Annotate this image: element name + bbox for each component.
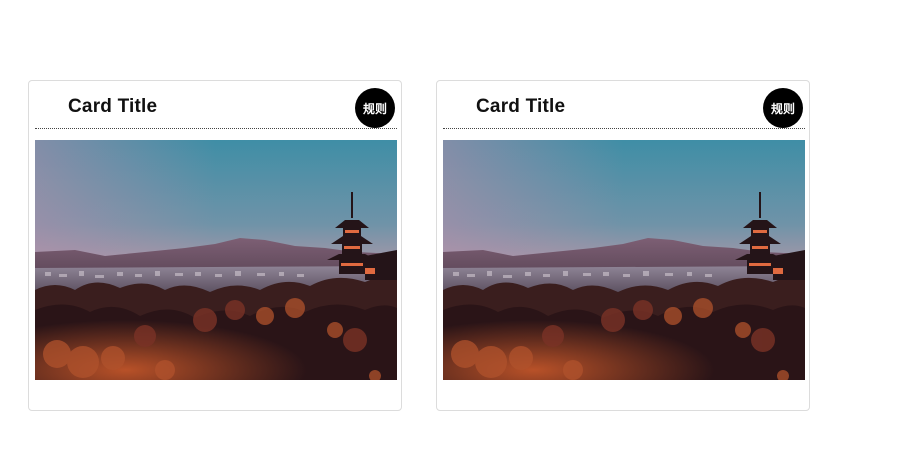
page: Card Title 规则 Card Title 规则 bbox=[0, 0, 922, 462]
pagoda-sunset-landscape-image bbox=[443, 140, 805, 380]
card-header: Card Title 规则 bbox=[443, 81, 805, 129]
pagoda-sunset-landscape-image bbox=[35, 140, 397, 380]
rules-button[interactable]: 规则 bbox=[763, 88, 803, 128]
card-title: Card Title bbox=[68, 96, 158, 117]
rules-button[interactable]: 规则 bbox=[355, 88, 395, 128]
card-header: Card Title 规则 bbox=[35, 81, 397, 129]
card-title: Card Title bbox=[476, 96, 566, 117]
card: Card Title 规则 bbox=[28, 80, 402, 411]
card: Card Title 规则 bbox=[436, 80, 810, 411]
